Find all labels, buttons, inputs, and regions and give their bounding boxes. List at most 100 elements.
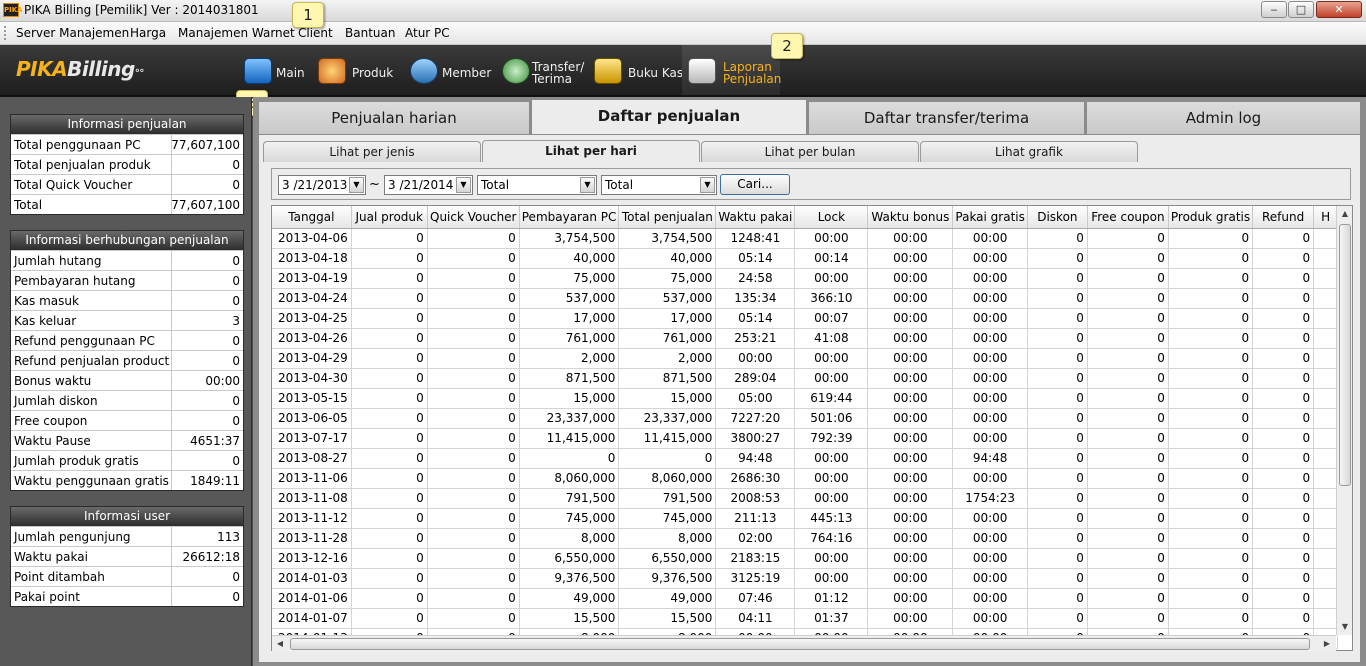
table-row[interactable]: 2014-01-03 0 0 9,376,500 9,376,500 3125:19 00:…: [272, 568, 1339, 589]
scroll-down-icon[interactable]: ▼: [1337, 619, 1353, 635]
table-row[interactable]: 2013-04-26 0 0 761,000 761,000 253:21 41:08 00:…: [272, 328, 1339, 349]
column-header[interactable]: Total penjualan: [618, 206, 717, 229]
toolbar-produk-button[interactable]: Produk: [314, 45, 398, 95]
column-header[interactable]: Pakai gratis: [952, 206, 1028, 229]
toolbar-laporan-penjualan-button[interactable]: Laporan Penjualan: [682, 45, 781, 95]
subtab-lihat-grafik[interactable]: Lihat grafik: [920, 141, 1138, 162]
callout-1: 1: [292, 2, 324, 28]
table-cell: 0: [427, 308, 520, 329]
table-row[interactable]: 2013-04-24 0 0 537,000 537,000 135:34 366:10 00…: [272, 288, 1339, 309]
filter-select-2[interactable]: Total ▼: [601, 175, 717, 195]
toolbar-member-button[interactable]: Member: [406, 45, 492, 95]
table-cell: 75,000: [519, 268, 620, 289]
table-cell: 0: [1168, 388, 1254, 409]
column-header[interactable]: Refund: [1252, 206, 1315, 229]
column-header[interactable]: Diskon: [1027, 206, 1088, 229]
table-cell: 619:44: [794, 388, 869, 409]
filter-select-1-value: Total: [481, 178, 510, 192]
chevron-down-icon[interactable]: ▼: [349, 177, 364, 193]
table-cell: 0: [1252, 588, 1315, 609]
date-to-picker[interactable]: 3 /21/2014 ▼: [384, 175, 473, 195]
chevron-down-icon[interactable]: ▼: [456, 177, 471, 193]
scroll-left-icon[interactable]: ◀: [272, 636, 288, 652]
sales-table[interactable]: Tanggal Jual produk Quick Voucher Pembayara…: [271, 205, 1353, 651]
table-row[interactable]: 2013-04-25 0 0 17,000 17,000 05:14 00:07 00:00 0…: [272, 308, 1339, 329]
table-cell: 0: [427, 368, 520, 389]
table-row[interactable]: 2013-04-06 0 0 3,754,500 3,754,500 1248:41 00:…: [272, 228, 1339, 249]
table-cell: 445:13: [794, 508, 869, 529]
table-cell: 0: [351, 388, 428, 409]
tab-admin-log[interactable]: Admin log: [1086, 101, 1361, 134]
table-row[interactable]: 2013-07-17 0 0 11,415,000 11,415,000 3800:27 7…: [272, 428, 1339, 449]
date-from-picker[interactable]: 3 /21/2013 ▼: [278, 175, 366, 195]
table-cell: 00:00: [952, 388, 1028, 409]
table-row[interactable]: 2013-04-30 0 0 871,500 871,500 289:04 00:00 00:…: [272, 368, 1339, 389]
table-row[interactable]: 2013-04-18 0 0 40,000 40,000 05:14 00:14 00:00 0…: [272, 248, 1339, 269]
table-row[interactable]: 2013-11-12 0 0 745,000 745,000 211:13 445:13 00…: [272, 508, 1339, 529]
table-cell: 0: [1168, 508, 1254, 529]
horizontal-scrollbar[interactable]: ◀ ▶: [272, 635, 1336, 651]
column-header[interactable]: Quick Voucher: [427, 206, 520, 229]
subtab-lihat-per-hari[interactable]: Lihat per hari: [482, 140, 700, 162]
table-row[interactable]: 2013-04-19 0 0 75,000 75,000 24:58 00:00 00:00 0…: [272, 268, 1339, 289]
column-header[interactable]: Free coupon: [1087, 206, 1169, 229]
column-header[interactable]: Waktu pakai: [715, 206, 796, 229]
table-row[interactable]: 2013-11-08 0 0 791,500 791,500 2008:53 00:00 00…: [272, 488, 1339, 509]
search-button[interactable]: Cari...: [720, 174, 790, 195]
table-row[interactable]: 2013-12-16 0 0 6,550,000 6,550,000 2183:15 00:…: [272, 548, 1339, 569]
table-row[interactable]: 2013-08-27 0 0 0 0 94:48 00:00 00:00 94:48 0 0 0 0: [272, 448, 1339, 469]
toolbar-main-button[interactable]: Main: [238, 45, 308, 95]
table-row[interactable]: 2014-01-07 0 0 15,500 15,500 04:11 01:37 00:00 0…: [272, 608, 1339, 629]
chevron-down-icon[interactable]: ▼: [580, 177, 595, 193]
table-cell: 0: [1168, 408, 1254, 429]
close-button[interactable]: ✕: [1316, 1, 1362, 18]
table-cell: 00:00: [867, 588, 954, 609]
table-cell: 0: [351, 588, 428, 609]
table-cell: 0: [1027, 468, 1088, 489]
sales-info-row: Total 77,607,100: [11, 194, 243, 214]
tab-penjualan-harian[interactable]: Penjualan harian: [258, 101, 530, 134]
column-header[interactable]: Waktu bonus: [867, 206, 954, 229]
table-cell: 0: [1252, 328, 1315, 349]
table-row[interactable]: 2013-11-06 0 0 8,060,000 8,060,000 2686:30 00:…: [272, 468, 1339, 489]
related-info-row: Waktu penggunaan gratis 1849:11: [11, 470, 243, 490]
subtab-lihat-per-bulan[interactable]: Lihat per bulan: [701, 141, 919, 162]
scroll-up-icon[interactable]: ▲: [1337, 206, 1353, 222]
chevron-down-icon[interactable]: ▼: [700, 177, 715, 193]
menu-harga[interactable]: Harga: [130, 26, 166, 40]
tab-daftar-penjualan[interactable]: Daftar penjualan: [531, 99, 807, 134]
menu-atur-pc[interactable]: Atur PC: [405, 26, 450, 40]
table-cell: [1313, 508, 1339, 529]
column-header[interactable]: Pembayaran PC: [519, 206, 620, 229]
menu-manajemen-warnet[interactable]: Manajemen Warnet: [178, 26, 295, 40]
menu-bantuan[interactable]: Bantuan: [345, 26, 395, 40]
table-cell: 1248:41: [715, 228, 796, 249]
subtab-lihat-per-jenis[interactable]: Lihat per jenis: [263, 141, 481, 162]
table-row[interactable]: 2013-04-29 0 0 2,000 2,000 00:00 00:00 00:00 00:…: [272, 348, 1339, 369]
vertical-scrollbar[interactable]: ▲ ▼: [1336, 206, 1352, 635]
table-row[interactable]: 2014-01-06 0 0 49,000 49,000 07:46 01:12 00:00 0…: [272, 588, 1339, 609]
column-header[interactable]: Produk gratis: [1168, 206, 1254, 229]
column-header[interactable]: H: [1313, 206, 1339, 229]
table-row[interactable]: 2013-11-28 0 0 8,000 8,000 02:00 764:16 00:00 00…: [272, 528, 1339, 549]
column-header[interactable]: Tanggal: [272, 206, 352, 229]
table-row[interactable]: 2013-05-15 0 0 15,000 15,000 05:00 619:44 00:00…: [272, 388, 1339, 409]
menu-client[interactable]: Client: [298, 26, 333, 40]
tab-daftar-transfer-terima[interactable]: Daftar transfer/terima: [808, 101, 1085, 134]
column-header[interactable]: Jual produk: [351, 206, 428, 229]
menu-server-manajemen[interactable]: Server Manajemen: [16, 26, 129, 40]
vertical-scroll-thumb[interactable]: [1339, 224, 1351, 486]
filter-select-1[interactable]: Total ▼: [477, 175, 597, 195]
toolbar-bukukas-button[interactable]: Buku Kas: [590, 45, 683, 95]
scroll-right-icon[interactable]: ▶: [1319, 636, 1335, 652]
table-cell: 3,754,500: [519, 228, 620, 249]
maximize-button[interactable]: □: [1288, 1, 1314, 18]
table-cell: [1313, 268, 1339, 289]
table-cell: 0: [1168, 288, 1254, 309]
toolbar-transfer-button[interactable]: Transfer/ Terima: [498, 45, 584, 95]
table-cell: 0: [1027, 248, 1088, 269]
minimize-button[interactable]: ‒: [1261, 1, 1287, 18]
horizontal-scroll-thumb[interactable]: [290, 638, 1310, 650]
table-row[interactable]: 2013-06-05 0 0 23,337,000 23,337,000 7227:20 5…: [272, 408, 1339, 429]
column-header[interactable]: Lock: [794, 206, 869, 229]
